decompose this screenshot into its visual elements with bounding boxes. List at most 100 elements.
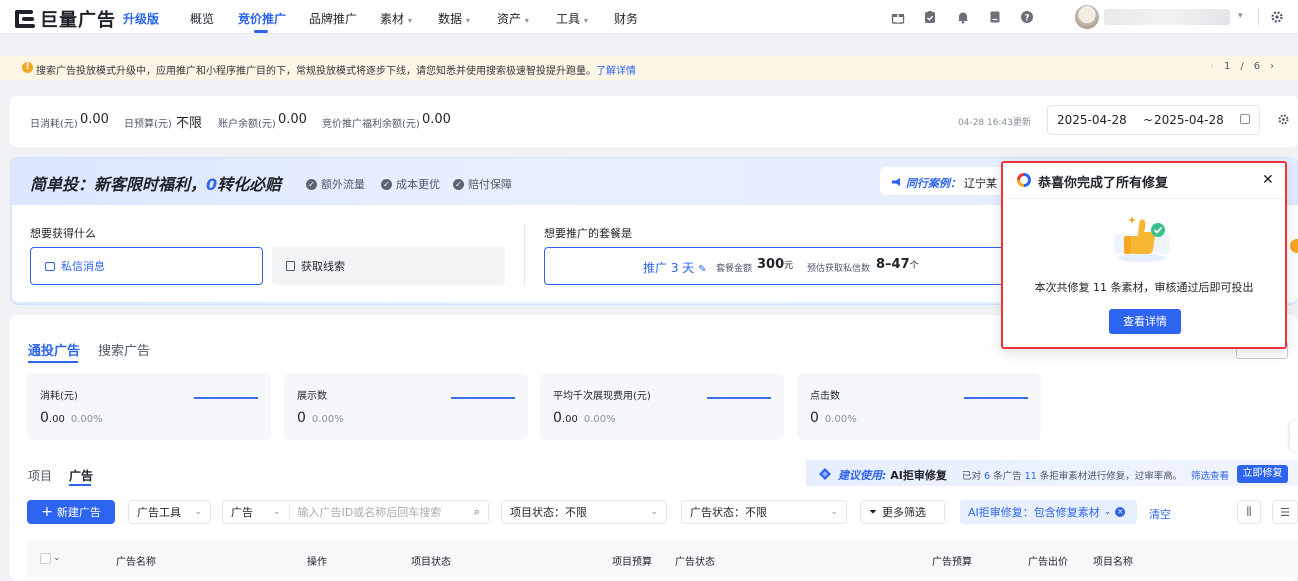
- close-icon[interactable]: ✕: [1262, 172, 1274, 188]
- tab-active-indicator: [69, 484, 91, 486]
- side-drawer-handle[interactable]: [1290, 420, 1298, 452]
- date-start[interactable]: 2025-04-28: [1057, 113, 1127, 127]
- sparkline: [707, 397, 771, 399]
- tab-ad[interactable]: 广告: [69, 467, 93, 484]
- peer-case-value: 辽宁某: [964, 177, 997, 190]
- view-details-button[interactable]: 查看详情: [1109, 309, 1181, 334]
- brand-logo[interactable]: 巨量广告: [14, 6, 116, 32]
- account-balance-label: 账户余额(元): [218, 119, 276, 130]
- plus-icon: +: [41, 504, 53, 520]
- chevron-down-icon[interactable]: ▾: [1238, 11, 1243, 21]
- goal-option-private-message[interactable]: 私信消息: [30, 247, 263, 285]
- calendar-icon[interactable]: [1240, 114, 1250, 124]
- user-avatar[interactable]: [1075, 5, 1099, 29]
- column-ad-status[interactable]: 广告状态: [675, 553, 715, 568]
- peer-case-label: 同行案例：: [906, 177, 961, 190]
- ai-logo-icon: [1017, 173, 1031, 187]
- column-project-status[interactable]: 项目状态: [411, 553, 451, 568]
- divider: [1258, 8, 1259, 26]
- gift-icon[interactable]: [890, 9, 906, 25]
- package-price: 300元: [757, 257, 794, 272]
- fix-now-button[interactable]: 立即修复: [1237, 465, 1288, 483]
- nav-tools[interactable]: 工具 ▾: [556, 10, 588, 27]
- column-project-budget[interactable]: 项目预算: [612, 553, 652, 568]
- close-icon[interactable]: ✕: [1115, 507, 1126, 517]
- column-ad-budget[interactable]: 广告预算: [932, 553, 972, 568]
- notice-text: 搜索广告投放模式升级中，应用推广和小程序推广目的下，常规投放模式将逐步下线，请您…: [36, 66, 636, 77]
- sparkline: [451, 397, 515, 399]
- package-price-label: 套餐金额: [716, 264, 753, 274]
- select-all-checkbox[interactable]: [40, 553, 51, 564]
- metric-card-impressions[interactable]: 展示数 0 0.00%: [284, 373, 528, 440]
- settings-icon[interactable]: [1269, 9, 1285, 25]
- clear-filters-link[interactable]: 清空: [1149, 506, 1171, 522]
- nav-finance[interactable]: 财务: [614, 10, 638, 27]
- account-name-redacted[interactable]: [1104, 9, 1230, 25]
- nav-assets[interactable]: 资产 ▾: [497, 10, 529, 27]
- column-ad-name[interactable]: 广告名称: [116, 553, 156, 568]
- search-input[interactable]: 输入广告ID或名称后回车搜索: [298, 504, 442, 520]
- chevron-down-icon: ▾: [465, 16, 470, 25]
- promo-tag-traffic: ✓ 额外流量: [306, 176, 365, 192]
- search-type-select[interactable]: 广告: [231, 504, 253, 520]
- chevron-down-icon[interactable]: ⌄: [1104, 507, 1112, 517]
- column-settings-icon[interactable]: ⫼: [1237, 500, 1261, 524]
- help-icon[interactable]: ?: [1019, 9, 1035, 25]
- search-box[interactable]: 广告 ⌄ 输入广告ID或名称后回车搜索 ⌕: [222, 500, 489, 524]
- chevron-down-icon[interactable]: ⌄: [53, 553, 61, 563]
- chevron-down-icon[interactable]: ⌄: [273, 507, 281, 517]
- new-ad-button[interactable]: + 新建广告: [27, 500, 115, 524]
- check-circle-icon: ✓: [306, 178, 317, 190]
- megaphone-icon: [891, 176, 901, 186]
- tab-project[interactable]: 项目: [28, 467, 52, 484]
- sliders-icon[interactable]: ☰: [1272, 500, 1298, 524]
- tab-general-ads[interactable]: 通投广告: [28, 340, 80, 359]
- chevron-down-icon: ▾: [524, 16, 529, 25]
- metric-card-clicks[interactable]: 点击数 0 0.00%: [797, 373, 1041, 440]
- daily-budget-label: 日预算(元): [124, 119, 172, 130]
- nav-bidding-promotion[interactable]: 竞价推广: [238, 10, 286, 27]
- chevron-right-icon[interactable]: ›: [1270, 61, 1274, 72]
- ai-fix-filter-tag[interactable]: AI拒审修复：包含修复素材 ⌄ ✕: [960, 500, 1137, 524]
- chevron-left-icon[interactable]: ‹: [1210, 61, 1214, 72]
- nav-data[interactable]: 数据 ▾: [438, 10, 470, 27]
- project-status-filter[interactable]: 项目状态： 不限 ⌄: [501, 500, 667, 524]
- floating-tab[interactable]: [1290, 239, 1298, 253]
- metric-card-spend[interactable]: 消耗(元) 0.00 0.00%: [27, 373, 271, 440]
- ad-status-filter[interactable]: 广告状态： 不限 ⌄: [681, 500, 847, 524]
- document-icon[interactable]: [987, 9, 1003, 25]
- goal-option-leads[interactable]: 获取线索: [272, 247, 505, 285]
- clipboard-check-icon[interactable]: [922, 9, 938, 25]
- metric-card-cpm[interactable]: 平均千次展现费用(元) 0.00 0.00%: [540, 373, 784, 440]
- divider: [288, 505, 290, 519]
- nav-overview[interactable]: 概览: [190, 10, 214, 27]
- promo-tag-cost: ✓ 成本更优: [381, 176, 440, 192]
- daily-spend-label: 日消耗(元): [30, 119, 78, 130]
- ai-fix-filter-link[interactable]: 筛选查看: [1191, 468, 1229, 482]
- notice-learn-more-link[interactable]: 了解详情: [596, 66, 636, 77]
- popup-message: 本次共修复 11 条素材，审核通过后即可投出: [1034, 281, 1254, 294]
- package-estimate-label: 预估获取私信数: [807, 264, 871, 274]
- package-days[interactable]: 推广 3 天 ✎: [643, 259, 706, 276]
- ad-tools-dropdown[interactable]: 广告工具 ⌄: [128, 500, 211, 524]
- nav-active-indicator: [254, 30, 268, 33]
- column-ad-bid[interactable]: 广告出价: [1028, 553, 1068, 568]
- daily-budget-value[interactable]: 不限: [176, 112, 202, 131]
- bell-icon[interactable]: [955, 9, 971, 25]
- welfare-balance-label: 竞价推广福利余额(元): [322, 119, 420, 130]
- gear-icon[interactable]: [1277, 113, 1290, 126]
- nav-materials[interactable]: 素材 ▾: [380, 10, 412, 27]
- edit-icon[interactable]: ✎: [698, 264, 706, 275]
- brand-name: 巨量广告: [40, 10, 116, 31]
- thumbs-up-illustration: [1112, 212, 1176, 264]
- logo-mark-icon: [14, 8, 36, 30]
- package-question: 想要推广的套餐是: [544, 227, 632, 240]
- tab-search-ads[interactable]: 搜索广告: [98, 340, 150, 359]
- date-end[interactable]: 2025-04-28: [1154, 113, 1224, 127]
- promo-title: 简单投：新客限时福利，0转化必赔: [30, 175, 282, 194]
- search-icon[interactable]: ⌕: [474, 505, 480, 519]
- column-project-name[interactable]: 项目名称: [1093, 553, 1133, 568]
- ai-fix-description: 已对 6 条广告 11 条拒审素材进行修复，过审率高。: [962, 471, 1183, 482]
- nav-brand-promotion[interactable]: 品牌推广: [309, 10, 357, 27]
- more-filters-button[interactable]: ⏷ 更多筛选: [860, 500, 945, 524]
